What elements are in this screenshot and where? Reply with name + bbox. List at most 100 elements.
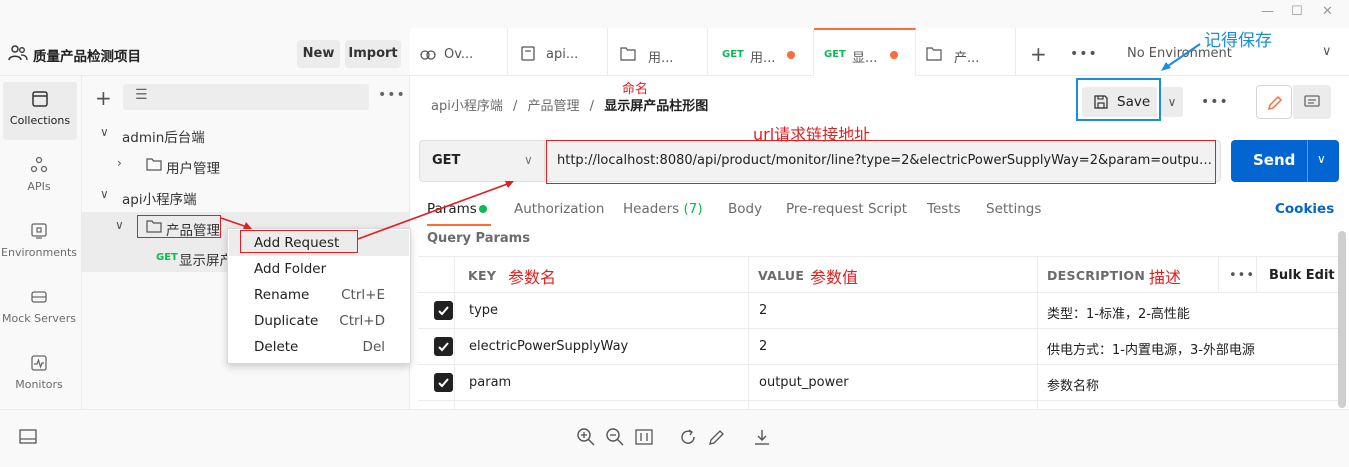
annotation-param-name: 参数名 [508, 268, 557, 287]
save-options-chevron-icon[interactable]: ∨ [1161, 87, 1183, 117]
chevron-down-icon: ∨ [115, 218, 124, 232]
cookies-link[interactable]: Cookies [1275, 201, 1334, 217]
tab-api[interactable]: api... [508, 28, 608, 76]
zoom-out-icon[interactable] [605, 427, 625, 447]
row-checkbox[interactable] [434, 301, 453, 320]
chevron-down-icon[interactable]: ∨ [1317, 152, 1326, 166]
tab-label: 用... [648, 51, 674, 66]
rail-label: Mock Servers [2, 312, 76, 325]
more-options-icon[interactable]: ••• [1229, 268, 1255, 283]
layout-icon[interactable] [18, 427, 38, 447]
rail-apis[interactable]: APIs [0, 156, 78, 193]
scrollbar[interactable] [1338, 231, 1346, 408]
tab-settings[interactable]: Settings [986, 201, 1041, 217]
menu-item-delete[interactable]: Delete Del [229, 334, 409, 360]
row-checkbox[interactable] [434, 337, 453, 356]
chevron-down-icon[interactable]: ∨ [1322, 44, 1332, 59]
tree-item-admin[interactable]: ∨ admin后台端 [82, 119, 410, 149]
tab-authorization[interactable]: Authorization [514, 201, 604, 217]
menu-item-add-folder[interactable]: Add Folder [229, 256, 409, 282]
more-options-icon[interactable]: ••• [1201, 94, 1229, 110]
tab-pre-request-script[interactable]: Pre-request Script [786, 201, 907, 217]
rail-collections[interactable]: Collections [3, 82, 77, 140]
tab-get-display[interactable]: GET 显... [814, 28, 916, 76]
tree-item-label: admin后台端 [122, 130, 205, 146]
rail-environments[interactable]: Environments [0, 222, 78, 259]
menu-item-duplicate[interactable]: Duplicate Ctrl+D [229, 308, 409, 334]
zoom-in-icon[interactable] [576, 427, 596, 447]
left-rail: Collections APIs Environments Mock Serve… [0, 76, 82, 409]
api-icon [521, 46, 535, 61]
more-tabs-icon[interactable]: ••• [1070, 46, 1098, 62]
method-badge: GET [156, 252, 178, 263]
column-header-key: KEY [468, 268, 497, 283]
check-icon [438, 342, 449, 352]
import-button[interactable]: Import [345, 40, 401, 68]
send-label: Send [1253, 151, 1296, 169]
method-select[interactable]: GET ∨ [419, 140, 545, 182]
menu-shortcut: Ctrl+E [341, 287, 385, 303]
annotation-box-url [546, 140, 1216, 184]
add-collection-icon[interactable]: + [95, 86, 112, 110]
param-description[interactable]: 供电方式：1-内置电源，3-外部电源 [1047, 339, 1255, 358]
tab-tests[interactable]: Tests [927, 201, 961, 217]
request-name[interactable]: 显示屏产品柱形图 [604, 99, 708, 114]
comments-button[interactable] [1293, 85, 1331, 119]
method-label: GET [432, 153, 461, 168]
new-button[interactable]: New [297, 40, 340, 68]
param-description[interactable]: 参数名称 [1047, 375, 1099, 394]
tab-overview[interactable]: Ov... [410, 28, 508, 76]
tree-item-user-mgmt[interactable]: › 用户管理 [82, 150, 410, 180]
maximize-icon[interactable]: ☐ [1291, 4, 1303, 19]
annotation-param-value: 参数值 [810, 268, 859, 287]
tab-label: 用... [750, 51, 776, 66]
bulk-edit-button[interactable]: Bulk Edit [1269, 268, 1335, 283]
active-tab-underline [427, 224, 491, 226]
tab-get-user[interactable]: GET 用... [708, 28, 814, 76]
table-row: param output_power 参数名称 [418, 365, 1338, 401]
param-key[interactable]: type [469, 303, 498, 318]
breadcrumb-item[interactable]: 产品管理 [528, 99, 580, 114]
folder-icon [926, 47, 942, 61]
tab-folder-product[interactable]: 产... [916, 28, 1016, 76]
column-divider [1218, 256, 1219, 293]
table-row: electricPowerSupplyWay 2 供电方式：1-内置电源，3-外… [418, 329, 1338, 365]
param-key[interactable]: param [469, 375, 511, 390]
breadcrumb-item[interactable]: api小程序端 [431, 99, 503, 114]
param-key[interactable]: electricPowerSupplyWay [469, 339, 628, 354]
actual-size-icon[interactable] [634, 427, 654, 447]
comment-icon [1304, 95, 1320, 107]
more-options-icon[interactable]: ••• [378, 87, 406, 103]
send-divider [1307, 140, 1308, 182]
param-description[interactable]: 类型：1-标准，2-高性能 [1047, 303, 1190, 322]
tab-headers[interactable]: Headers (7) [623, 201, 703, 217]
menu-item-rename[interactable]: Rename Ctrl+E [229, 282, 409, 308]
tab-body[interactable]: Body [728, 201, 762, 217]
filter-input[interactable]: ☰ [123, 84, 369, 110]
column-divider [748, 256, 749, 409]
row-checkbox[interactable] [434, 373, 453, 392]
param-value[interactable]: output_power [759, 375, 849, 390]
param-value[interactable]: 2 [759, 339, 767, 354]
tree-item-api-mini[interactable]: ∨ api小程序端 [82, 181, 410, 211]
menu-item-label: Delete [254, 339, 299, 355]
rail-label: Monitors [15, 378, 63, 391]
new-tab-icon[interactable]: + [1030, 42, 1047, 66]
tree-item-label: 显示屏产 [179, 253, 233, 269]
edit-button[interactable] [1256, 85, 1292, 119]
params-active-dot [479, 205, 487, 213]
rail-mock-servers[interactable]: Mock Servers [0, 288, 78, 325]
tab-folder-user[interactable]: 用... [608, 28, 708, 76]
param-value[interactable]: 2 [759, 303, 767, 318]
chevron-down-icon: ∨ [524, 153, 533, 167]
rotate-icon[interactable] [678, 427, 698, 447]
tab-params[interactable]: Params [427, 201, 477, 217]
close-icon[interactable]: ✕ [1322, 4, 1333, 19]
status-bar [0, 409, 1349, 467]
download-icon[interactable] [752, 427, 772, 447]
minimize-icon[interactable]: — [1261, 4, 1274, 19]
pencil-icon[interactable] [707, 427, 727, 447]
rail-label: Collections [9, 114, 71, 127]
rail-monitors[interactable]: Monitors [0, 354, 78, 391]
send-button[interactable]: Send ∨ [1231, 140, 1339, 182]
